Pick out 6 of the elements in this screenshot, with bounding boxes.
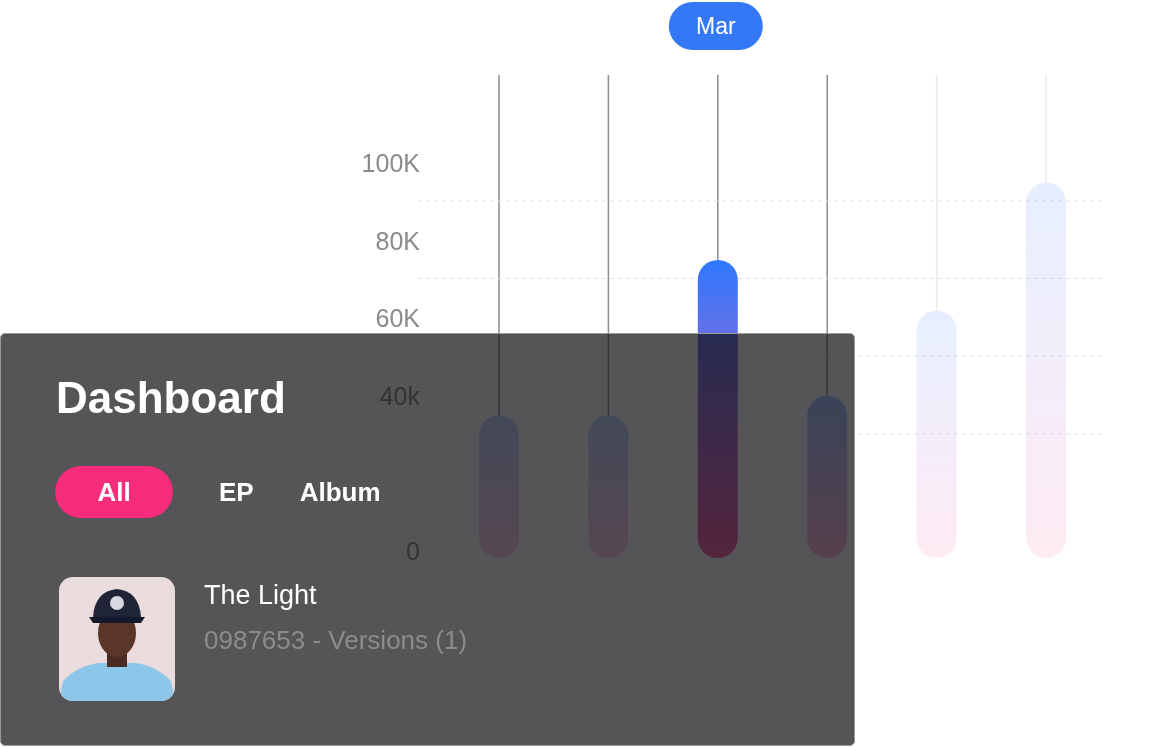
axis-label: 60K [375, 304, 420, 333]
axis-label: 80K [375, 226, 420, 255]
track-title: The Light [204, 579, 318, 611]
axis-label: 100K [361, 149, 420, 177]
panel-title: Dashboard [56, 372, 286, 424]
month-label: Mar [668, 2, 763, 50]
